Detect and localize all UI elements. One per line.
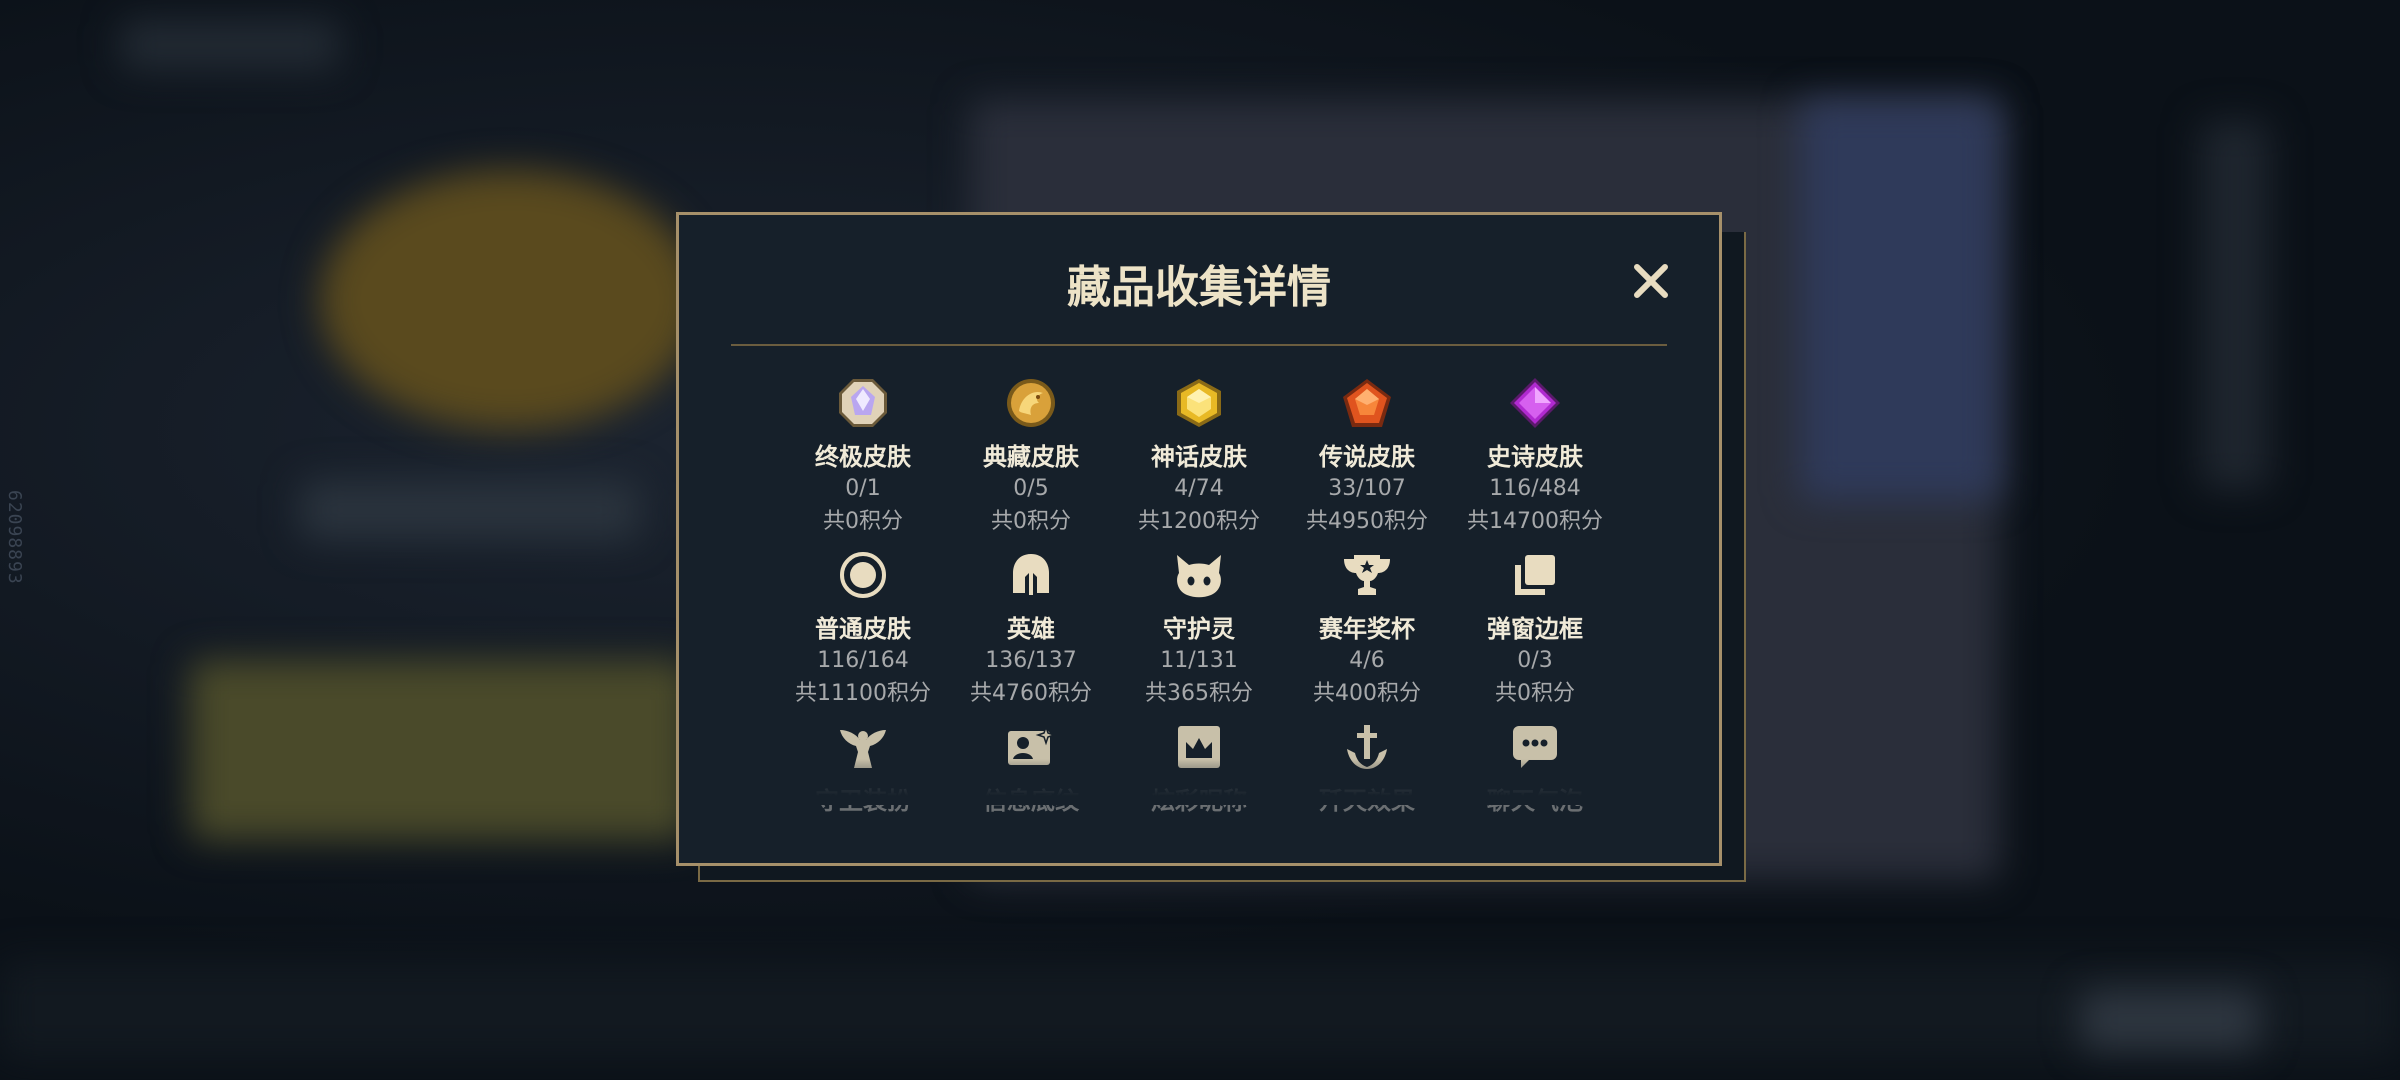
collection-item[interactable]: 神话皮肤 4/74 共1200积分 [1115,375,1283,535]
ultimate-skin-icon [835,375,891,431]
blurred-footer [0,960,2400,1060]
side-id-text: 62098893 [4,490,25,585]
common-skin-icon [835,547,891,603]
collection-item[interactable]: 守护灵 11/131 共365积分 [1115,547,1283,707]
treasure-skin-icon [1003,375,1059,431]
guardian-spirit-icon [1171,547,1227,603]
collection-item[interactable]: 传说皮肤 33/107 共4950积分 [1283,375,1451,535]
collection-item[interactable]: 弹窗边框 0/3 共0积分 [1451,547,1619,707]
blurred-banner [190,660,690,840]
mythic-skin-icon [1171,375,1227,431]
collection-detail-modal: 藏品收集详情 终极皮肤 0/1 共0积分 典藏皮肤 0/5 共0积分 神话皮肤 … [676,212,1722,866]
collection-item[interactable]: 英雄 136/137 共4760积分 [947,547,1115,707]
trophy-icon [1339,547,1395,603]
collection-item[interactable]: 赛年奖杯 4/6 共400积分 [1283,547,1451,707]
blurred-name [300,480,640,540]
blurred-emblem [320,170,700,430]
close-button[interactable] [1629,259,1673,303]
blurred-header [120,20,340,70]
champion-helmet-icon [1003,547,1059,603]
blurred-footer-button [2080,990,2260,1050]
scroll-fade [679,759,1719,805]
collection-row: 普通皮肤 116/164 共11100积分 英雄 136/137 共4760积分 [779,547,1619,707]
modal-title: 藏品收集详情 [1067,262,1331,313]
popup-frame-icon [1507,547,1563,603]
collection-item[interactable]: 史诗皮肤 116/484 共14700积分 [1451,375,1619,535]
blurred-card-right [1800,100,2000,500]
title-divider [731,344,1667,346]
close-icon [1634,264,1668,298]
legendary-skin-icon [1339,375,1395,431]
collection-row: 终极皮肤 0/1 共0积分 典藏皮肤 0/5 共0积分 神话皮肤 4/74 共1… [779,375,1619,535]
collection-item[interactable]: 终极皮肤 0/1 共0积分 [779,375,947,535]
epic-skin-icon [1507,375,1563,431]
collection-item[interactable]: 典藏皮肤 0/5 共0积分 [947,375,1115,535]
collection-item[interactable]: 普通皮肤 116/164 共11100积分 [779,547,947,707]
blurred-side-buttons [2200,120,2270,490]
